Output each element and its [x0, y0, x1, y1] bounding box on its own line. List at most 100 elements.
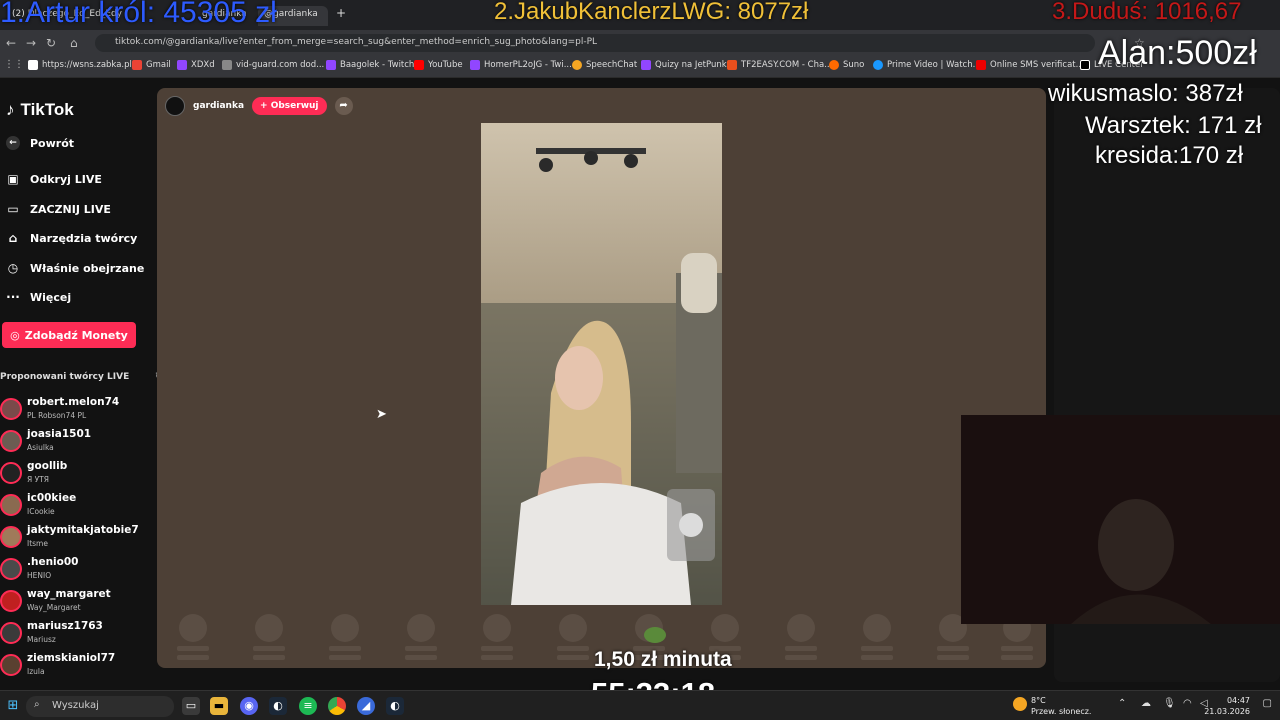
suggested-creator[interactable]: .henio00 HENIO — [0, 556, 156, 586]
coins-label: Zdobądź Monety — [24, 328, 128, 342]
steam-icon[interactable]: ◐ — [386, 697, 404, 715]
host-name[interactable]: gardianka — [193, 101, 244, 111]
bookmark[interactable]: Quizy na JetPunk — [641, 60, 727, 70]
bookmark[interactable]: https://wsns.zabka.pl/ — [28, 60, 135, 70]
clock[interactable]: 04:47 21.03.2026 — [1204, 695, 1250, 717]
bookmark[interactable]: HomerPL2oJG - Twi... — [470, 60, 572, 70]
creator-name: robert.melon74 — [27, 396, 120, 408]
host-bar: gardianka + Obserwuj ➦ — [165, 96, 353, 116]
bookmark[interactable]: Suno — [829, 60, 864, 70]
chevron-up-icon[interactable]: ⌃ — [1118, 698, 1126, 709]
page-icon — [727, 60, 737, 70]
frog-emote-icon — [644, 627, 666, 643]
rate-label: 1,50 zł minuta — [594, 648, 732, 671]
page-icon — [572, 60, 582, 70]
mouse-cursor-icon: ➤ — [376, 407, 387, 422]
onedrive-icon[interactable]: ☁ — [1141, 698, 1151, 709]
bookmark[interactable]: Prime Video | Watch... — [873, 60, 981, 70]
host-avatar[interactable] — [165, 96, 185, 116]
suggested-creator[interactable]: ic00kiee ICookie — [0, 492, 156, 522]
live-video[interactable] — [481, 123, 722, 605]
gmail-icon — [132, 60, 142, 70]
twitch-icon — [470, 60, 480, 70]
sidebar-item-discover-live[interactable]: ▣ Odkryj LIVE — [6, 172, 102, 186]
bookmark-label: TF2EASY.COM - Cha... — [741, 60, 833, 70]
suggested-creator[interactable]: way_margaret Way_Margaret — [0, 588, 156, 618]
get-coins-button[interactable]: ◎ Zdobądź Monety — [2, 322, 136, 348]
windows-start-icon[interactable]: ⊞ — [4, 697, 22, 715]
donor-rank-1: 1.Artur król: 45305 zł — [0, 0, 277, 29]
bookmark[interactable]: XDXd — [177, 60, 215, 70]
tiktok-icon — [1080, 60, 1090, 70]
creator-nickname: Itsme — [27, 539, 48, 548]
steam-icon[interactable]: ◐ — [269, 697, 287, 715]
taskbar-search-input[interactable]: Wyszukaj — [26, 696, 174, 717]
follow-button[interactable]: + Obserwuj — [252, 97, 327, 115]
wifi-icon[interactable]: ◠ — [1183, 698, 1192, 709]
suggested-creator[interactable]: robert.melon74 PL Robson74 PL — [0, 396, 156, 426]
forward-icon[interactable]: → — [26, 36, 36, 50]
donor-entry: kresida:170 zł — [1095, 142, 1244, 169]
sidebar-item-recently-watched[interactable]: ◷ Właśnie obejrzane — [6, 261, 145, 275]
creator-name: ziemskianiol77 — [27, 652, 116, 664]
creator-name: jaktymitakjatobie7 — [27, 524, 139, 536]
weather-desc: Przew. słonecz. — [1031, 707, 1092, 716]
discord-icon[interactable]: ◉ — [240, 697, 258, 715]
creator-name: .henio00 — [27, 556, 79, 568]
bookmarks-bar: ⋮⋮ https://wsns.zabka.pl/ Gmail XDXd vid… — [0, 56, 1280, 78]
gift-placeholder — [253, 614, 285, 660]
back-link[interactable]: ← Powrót — [6, 136, 74, 150]
tiktok-logo[interactable]: ♪ TikTok — [6, 100, 74, 120]
suggested-creator[interactable]: goollib Я УТЯ — [0, 460, 156, 490]
suggested-creator[interactable]: jaktymitakjatobie7 Itsme — [0, 524, 156, 554]
bookmark[interactable]: YouTube — [414, 60, 463, 70]
suggested-creators-title: Proponowani twórcy LIVE↻ — [0, 372, 163, 382]
weather-widget[interactable]: 8°C Przew. słonecz. — [1013, 695, 1092, 717]
bookmark-label: Quizy na JetPunk — [655, 60, 727, 70]
page-icon — [222, 60, 232, 70]
apps-icon[interactable]: ⋮⋮ — [4, 59, 24, 70]
sidebar-item-start-live[interactable]: ▭ ZACZNIJ LIVE — [6, 202, 111, 216]
bookmark[interactable]: vid-guard.com dod... — [222, 60, 324, 70]
more-icon: ··· — [6, 290, 20, 304]
spotify-icon[interactable]: ≡ — [299, 697, 317, 715]
bookmark-label: XDXd — [191, 60, 215, 70]
bookmark[interactable]: Online SMS verificat... — [976, 60, 1084, 70]
bookmark-label: YouTube — [428, 60, 463, 70]
avatar — [0, 558, 22, 580]
creator-nickname: Asiulka — [27, 443, 54, 452]
twitch-icon — [177, 60, 187, 70]
suggested-creator[interactable]: mariusz1763 Mariusz — [0, 620, 156, 650]
youtube-icon — [414, 60, 424, 70]
sidebar-item-creator-tools[interactable]: ⌂ Narzędzia twórcy — [6, 231, 138, 245]
chrome-icon[interactable] — [328, 697, 346, 715]
task-view-icon[interactable]: ▭ — [182, 697, 200, 715]
video-frame — [481, 123, 722, 605]
bookmark-label: vid-guard.com dod... — [236, 60, 325, 70]
app-icon[interactable]: ◢ — [357, 697, 375, 715]
bookmark[interactable]: SpeechChat — [572, 60, 637, 70]
avatar — [0, 462, 22, 484]
suggested-creator[interactable]: joasia1501 Asiulka — [0, 428, 156, 458]
gift-placeholder — [481, 614, 513, 660]
share-icon[interactable]: ➦ — [334, 97, 353, 115]
sidebar-item-more[interactable]: ··· Więcej — [6, 290, 71, 304]
url-input[interactable]: tiktok.com/@gardianka/live?enter_from_me… — [95, 34, 1095, 52]
clock-date: 21.03.2026 — [1204, 707, 1250, 716]
bookmark[interactable]: Gmail — [132, 60, 171, 70]
browser-address-bar: ← → ↻ ⌂ tiktok.com/@gardianka/live?enter… — [0, 30, 1280, 56]
notification-icon[interactable]: ▢ — [1263, 698, 1272, 709]
back-icon[interactable]: ← — [6, 36, 16, 50]
file-explorer-icon[interactable]: ▬ — [210, 697, 228, 715]
home-icon[interactable]: ⌂ — [70, 36, 78, 50]
microphone-icon[interactable]: 🎙 — [1163, 698, 1176, 709]
bookmark[interactable]: TF2EASY.COM - Cha... — [727, 60, 832, 70]
page-icon — [976, 60, 986, 70]
live-icon: ▣ — [7, 172, 19, 186]
suggested-creator[interactable]: ziemskianiol77 Izula — [0, 652, 156, 682]
donor-entry: Warsztek: 171 zł — [1085, 112, 1262, 139]
reload-icon[interactable]: ↻ — [46, 36, 56, 50]
bookmark[interactable]: Baagolek - Twitch — [326, 60, 414, 70]
suggested-title-text: Proponowani twórcy LIVE — [0, 372, 130, 382]
new-tab-button[interactable]: + — [336, 6, 350, 26]
